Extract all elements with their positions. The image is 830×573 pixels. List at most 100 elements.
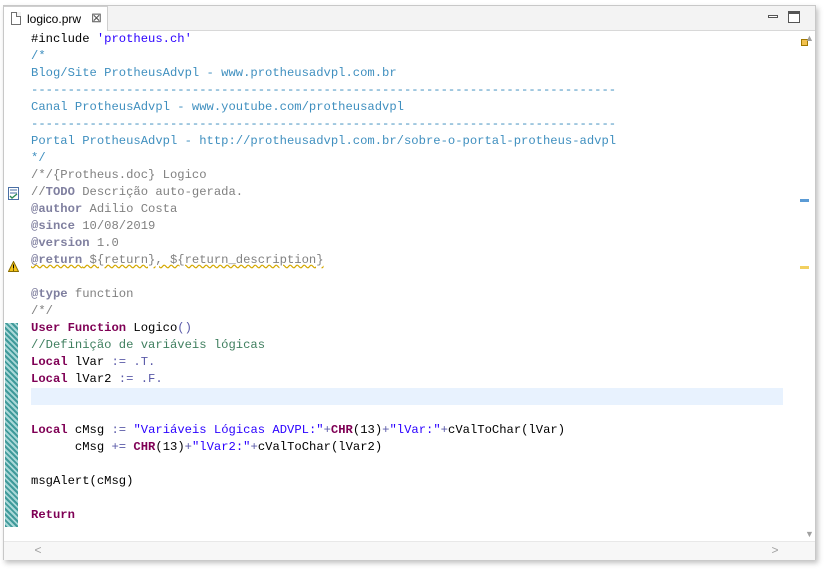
- code-line[interactable]: Local cMsg := "Variáveis Lógicas ADVPL:"…: [31, 422, 783, 439]
- code-line[interactable]: User Function Logico(): [31, 320, 783, 337]
- scroll-up-icon[interactable]: ▲: [804, 33, 815, 43]
- code-line[interactable]: Blog/Site ProtheusAdvpl - www.protheusad…: [31, 65, 783, 82]
- code-token: 1.0: [89, 236, 119, 250]
- code-token: function: [67, 287, 134, 301]
- code-token: (13): [352, 423, 383, 437]
- code-line[interactable]: */: [31, 150, 783, 167]
- task-icon[interactable]: [8, 187, 19, 200]
- code-token: .T.: [126, 355, 156, 369]
- code-token: //Definição de variáveis lógicas: [31, 338, 266, 352]
- code-line[interactable]: Local lVar2 := .F.: [31, 371, 783, 388]
- code-token: Logico: [126, 321, 178, 335]
- code-token: ----------------------------------------…: [31, 83, 617, 97]
- code-token: /*/{Protheus.doc} Logico: [31, 168, 207, 182]
- overview-ruler: [785, 31, 809, 545]
- code-token: cValToChar(lVar): [448, 423, 566, 437]
- code-token: ----------------------------------------…: [31, 117, 617, 131]
- code-token: +: [250, 440, 258, 454]
- code-token: TODO: [45, 185, 75, 199]
- code-token: Portal ProtheusAdvpl - http://protheusad…: [31, 134, 617, 148]
- code-line[interactable]: cMsg += CHR(13)+"lVar2:"+cValToChar(lVar…: [31, 439, 783, 456]
- code-token: +: [323, 423, 331, 437]
- code-token: "lVar2:": [191, 440, 251, 454]
- code-token: @return: [31, 253, 83, 267]
- code-token: Blog/Site ProtheusAdvpl - www.protheusad…: [31, 66, 397, 80]
- code-line[interactable]: Canal ProtheusAdvpl - www.youtube.com/pr…: [31, 99, 783, 116]
- minimize-icon[interactable]: [767, 11, 779, 23]
- horizontal-scrollbar[interactable]: < >: [4, 541, 815, 560]
- code-line[interactable]: @return ${return}, ${return_description}: [31, 252, 783, 269]
- tab-logico-prw[interactable]: logico.prw ⊠: [4, 6, 108, 31]
- code-line[interactable]: msgAlert(cMsg): [31, 473, 783, 490]
- code-token: @since: [31, 219, 75, 233]
- code-editor[interactable]: #include 'protheus.ch'/* Blog/Site Prothe…: [4, 31, 815, 545]
- code-token: +: [440, 423, 448, 437]
- code-line[interactable]: Local lVar := .T.: [31, 354, 783, 371]
- code-token: #include: [31, 32, 97, 46]
- code-line[interactable]: /*: [31, 48, 783, 65]
- code-token: Descrição auto-gerada.: [74, 185, 244, 199]
- code-token: /*: [31, 49, 46, 63]
- code-token: CHR: [133, 440, 156, 454]
- code-line[interactable]: ----------------------------------------…: [31, 116, 783, 133]
- code-line[interactable]: //TODO Descrição auto-gerada.: [31, 184, 783, 201]
- code-token: msgAlert(cMsg): [31, 474, 134, 488]
- code-line[interactable]: Return: [31, 507, 783, 524]
- scroll-down-icon[interactable]: ▼: [804, 529, 815, 539]
- code-line[interactable]: Portal ProtheusAdvpl - http://protheusad…: [31, 133, 783, 150]
- code-token: +: [184, 440, 192, 454]
- editor-window: logico.prw ⊠ #include 'protheus.ch' /* B…: [3, 5, 816, 560]
- code-line[interactable]: [31, 269, 783, 286]
- scroll-left-icon[interactable]: <: [32, 544, 44, 556]
- code-token: @type: [31, 287, 68, 301]
- code-line[interactable]: #include 'protheus.ch': [31, 31, 783, 48]
- code-token: cValToChar(lVar2): [257, 440, 383, 454]
- code-token: /*/: [31, 304, 53, 318]
- code-token: Local: [31, 372, 68, 386]
- vertical-scrollbar[interactable]: ▲ ▼: [804, 31, 815, 545]
- scroll-right-icon[interactable]: >: [769, 544, 781, 556]
- code-line[interactable]: @type function: [31, 286, 783, 303]
- warning-icon[interactable]: [8, 261, 19, 272]
- close-icon[interactable]: ⊠: [91, 10, 102, 26]
- code-token: (13): [155, 440, 185, 454]
- code-line[interactable]: /*/: [31, 303, 783, 320]
- code-token: Local: [31, 423, 68, 437]
- code-token: ${return}, ${return_description}: [82, 253, 324, 267]
- code-token: Local: [31, 355, 68, 369]
- code-area[interactable]: #include 'protheus.ch'/* Blog/Site Prothe…: [31, 31, 783, 545]
- code-line[interactable]: [31, 388, 783, 405]
- code-line[interactable]: /*/{Protheus.doc} Logico: [31, 167, 783, 184]
- code-token: lVar: [67, 355, 112, 369]
- code-token: .F.: [133, 372, 163, 386]
- code-token: :=: [111, 423, 127, 437]
- code-line[interactable]: ----------------------------------------…: [31, 82, 783, 99]
- code-token: "lVar:": [389, 423, 441, 437]
- code-token: @version: [31, 236, 90, 250]
- code-token: Adilio Costa: [82, 202, 178, 216]
- maximize-icon[interactable]: [788, 11, 800, 23]
- code-token: //: [31, 185, 46, 199]
- code-token: :=: [118, 372, 134, 386]
- code-line[interactable]: @author Adilio Costa: [31, 201, 783, 218]
- code-token: +=: [111, 440, 127, 454]
- code-token: cMsg: [31, 440, 112, 454]
- code-token: "Variáveis Lógicas ADVPL:": [133, 423, 324, 437]
- code-token: (): [177, 321, 192, 335]
- code-line[interactable]: @since 10/08/2019: [31, 218, 783, 235]
- code-line[interactable]: [31, 456, 783, 473]
- code-token: 10/08/2019: [74, 219, 156, 233]
- file-icon: [11, 12, 21, 25]
- code-token: cMsg: [67, 423, 112, 437]
- code-line[interactable]: //Definição de variáveis lógicas: [31, 337, 783, 354]
- code-line[interactable]: [31, 405, 783, 422]
- editor-gutter: [4, 31, 30, 545]
- change-ruler-bar: [5, 323, 18, 527]
- code-token: lVar2: [67, 372, 119, 386]
- code-token: Canal ProtheusAdvpl - www.youtube.com/pr…: [31, 100, 404, 114]
- code-token: 'protheus.ch': [96, 32, 192, 46]
- code-line[interactable]: [31, 490, 783, 507]
- code-token: :=: [111, 355, 127, 369]
- code-token: Return: [31, 508, 75, 522]
- code-line[interactable]: @version 1.0: [31, 235, 783, 252]
